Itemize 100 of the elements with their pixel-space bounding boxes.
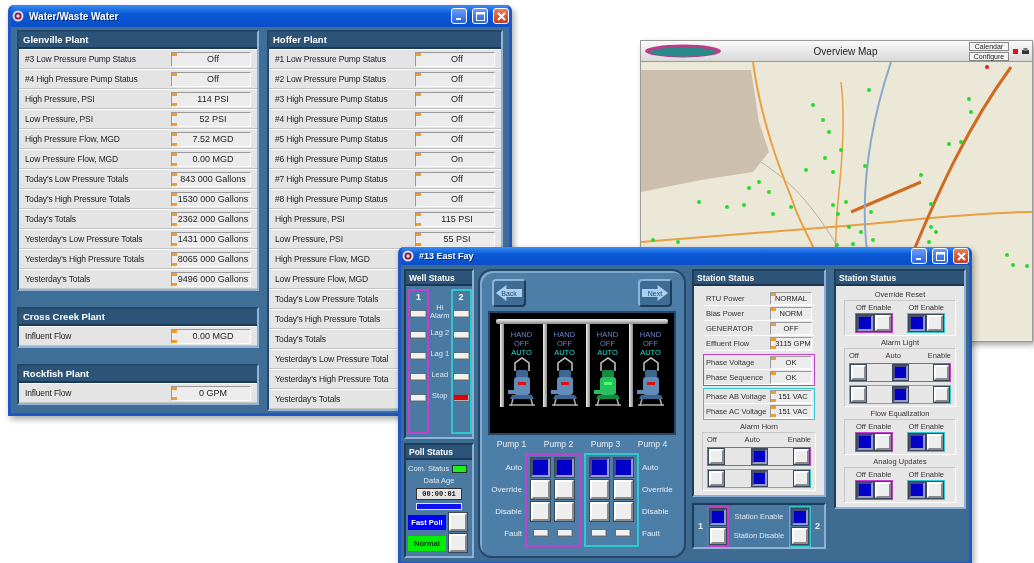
option-button[interactable] xyxy=(892,387,908,402)
row-label: #3 Low Pressure Pump Status xyxy=(25,54,136,64)
value-display: 8065 000 Gallons xyxy=(171,251,251,267)
row-label: Today's Totals xyxy=(275,334,326,344)
row-label: Influent Flow xyxy=(25,388,72,398)
value-display: Off xyxy=(415,131,495,147)
station-enable-button[interactable] xyxy=(710,508,727,525)
value-display: 0.00 MGD xyxy=(171,328,251,344)
maximize-button[interactable] xyxy=(932,248,948,264)
control-label: Fault xyxy=(504,528,522,538)
row-label: #7 High Pressure Pump Status xyxy=(275,174,388,184)
value-display: 114 PSI xyxy=(171,91,251,107)
close-button[interactable] xyxy=(493,8,509,24)
option-button[interactable] xyxy=(892,365,908,380)
row-label: High Pressure Flow, MGD xyxy=(275,254,370,264)
panel-title: Well Status xyxy=(409,272,455,283)
window-title: Water/Waste Water xyxy=(29,10,120,22)
option-button[interactable] xyxy=(751,449,767,464)
poll-mode-button[interactable] xyxy=(449,534,467,552)
value-display: 1431 000 Gallons xyxy=(171,231,251,247)
value-display: Off xyxy=(415,191,495,207)
window-title: #13 East Fay xyxy=(419,251,475,261)
control-label: Disable xyxy=(495,506,522,516)
maximize-button[interactable] xyxy=(472,8,488,24)
well-number: 1 xyxy=(698,521,703,531)
row-label: High Pressure Flow, MGD xyxy=(25,134,120,144)
row-label: Yesterday's Totals xyxy=(25,274,91,284)
poll-mode-button[interactable] xyxy=(449,513,467,531)
maximize-icon xyxy=(935,251,945,261)
row-label: Yesterday's High Pressure Totals xyxy=(25,254,145,264)
row-label: High Pressure, PSI xyxy=(25,94,95,104)
pump-label: Pump 4 xyxy=(636,439,669,449)
well-number: 2 xyxy=(458,291,464,303)
value-display: 115 PSI xyxy=(415,211,495,227)
row-label: Low Pressure, PSI xyxy=(25,114,93,124)
option-button[interactable] xyxy=(856,315,873,331)
option-button[interactable] xyxy=(856,482,873,498)
row-label: Low Pressure Flow, MGD xyxy=(25,154,119,164)
value-display: Off xyxy=(415,91,495,107)
well-number: 2 xyxy=(814,521,820,531)
value-display: Off xyxy=(171,71,251,87)
maximize-icon xyxy=(475,11,485,21)
row-label: Today's High Pressure Totals xyxy=(25,194,130,204)
row-label: Yesterday's High Pressure Tota xyxy=(275,374,389,384)
panel-title: Cross Creek Plant xyxy=(23,311,105,322)
row-label: Today's High Pressure Totals xyxy=(275,314,380,324)
well-number: 1 xyxy=(416,291,421,303)
map-title: Overview Map xyxy=(812,45,879,57)
option-button[interactable] xyxy=(909,482,926,498)
row-label: Today's Low Pressure Totals xyxy=(25,174,129,184)
value-display: 52 PSI xyxy=(171,111,251,127)
value-display: 9496 000 Gallons xyxy=(171,271,251,287)
row-label: #4 High Pressure Pump Status xyxy=(25,74,138,84)
row-label: #2 Low Pressure Pump Status xyxy=(275,74,386,84)
panel-title: Rockfish Plant xyxy=(23,368,89,379)
panel-title: Hoffer Plant xyxy=(273,34,327,45)
pump-control-button[interactable] xyxy=(531,457,551,477)
value-display: 55 PSI xyxy=(415,231,495,247)
option-button[interactable] xyxy=(751,471,767,486)
row-label: High Pressure, PSI xyxy=(275,214,345,224)
value-display: Off xyxy=(415,71,495,87)
pump-control-button[interactable] xyxy=(555,457,575,477)
value-display: 1530 000 Gallons xyxy=(171,191,251,207)
row-label: Yesterday's Low Pressure Total xyxy=(275,354,389,364)
logo-icon xyxy=(644,44,722,58)
close-button[interactable] xyxy=(953,248,969,264)
value-display: Off xyxy=(171,51,251,67)
control-label: Override xyxy=(642,484,673,494)
row-label: Yesterday's Low Pressure Totals xyxy=(25,234,143,244)
value-display: 0.00 MGD xyxy=(171,151,251,167)
row-label: Yesterday's Totals xyxy=(275,394,341,404)
pump-control-button[interactable] xyxy=(613,457,633,477)
close-icon xyxy=(956,251,966,261)
printer-icon xyxy=(1022,48,1029,54)
app-icon xyxy=(12,10,24,22)
control-label: Auto xyxy=(505,462,522,472)
value-display: Off xyxy=(415,111,495,127)
panel-title: Poll Status xyxy=(409,446,453,457)
row-label: Low Pressure, PSI xyxy=(275,234,343,244)
minimize-button[interactable] xyxy=(451,8,467,24)
station-enable-button[interactable] xyxy=(791,508,808,525)
control-label: Fault xyxy=(642,528,660,538)
option-button[interactable] xyxy=(909,315,926,331)
row-label: #6 High Pressure Pump Status xyxy=(275,154,388,164)
minimize-button[interactable] xyxy=(911,248,927,264)
row-label: #1 Low Pressure Pump Status xyxy=(275,54,386,64)
row-label: #8 High Pressure Pump Status xyxy=(275,194,388,204)
value-display: 0 GPM xyxy=(171,385,251,401)
option-button[interactable] xyxy=(856,434,873,450)
alarm-icon xyxy=(1013,48,1018,54)
control-label: Auto xyxy=(642,462,659,472)
value-display: 2362 000 Gallons xyxy=(171,211,251,227)
option-button[interactable] xyxy=(909,434,926,450)
control-label: Disable xyxy=(642,506,669,516)
close-icon xyxy=(496,11,506,21)
value-display: On xyxy=(415,151,495,167)
pump-control-button[interactable] xyxy=(589,457,609,477)
value-display: 7.52 MGD xyxy=(171,131,251,147)
row-label: #5 High Pressure Pump Status xyxy=(275,134,388,144)
pump-label: Pump 1 xyxy=(495,439,528,449)
